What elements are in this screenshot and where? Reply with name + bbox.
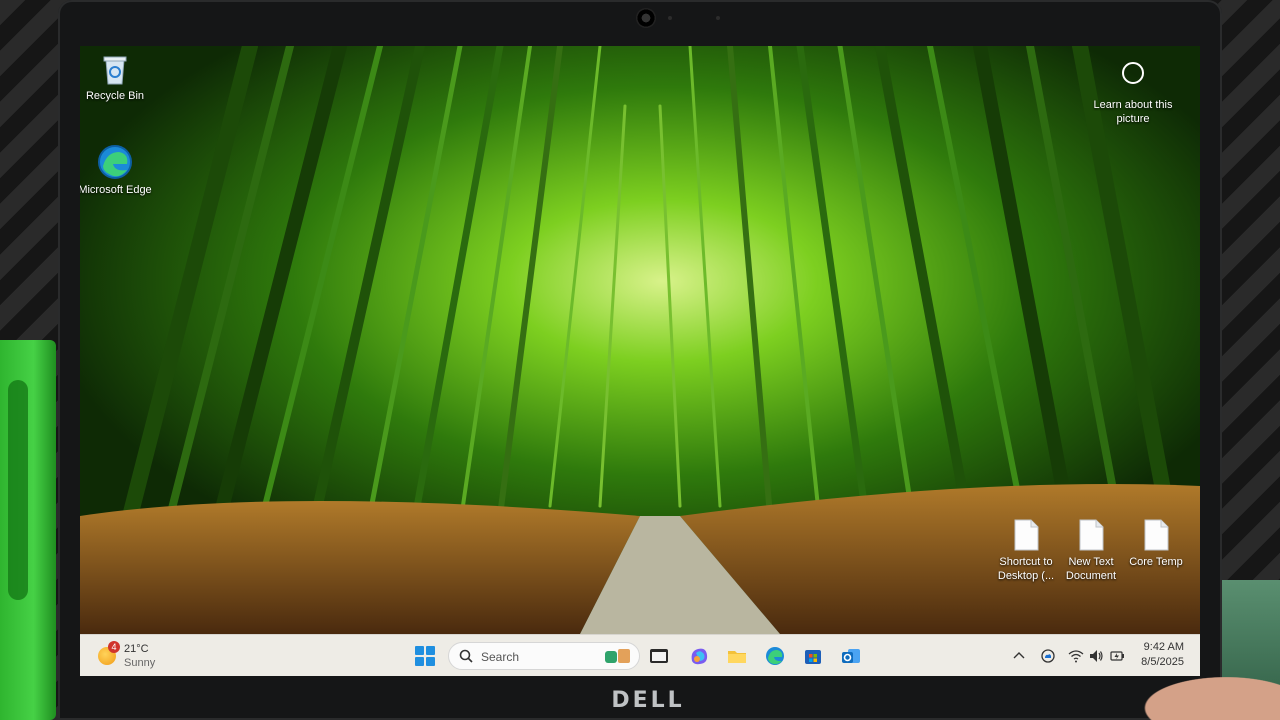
notification-badge: 4 (108, 641, 120, 653)
terminal-icon[interactable] (648, 645, 670, 667)
windows-logo-tile (426, 657, 435, 666)
recycle-bin-shortcut[interactable]: Recycle Bin (80, 52, 153, 103)
learn-about-label: Learn about this picture (1093, 99, 1173, 125)
recycle-bin-icon (103, 56, 127, 85)
brand-logo: DELL (611, 688, 685, 713)
clock-time: 9:42 AM (1143, 641, 1184, 653)
search-placeholder: Search (481, 650, 520, 664)
text-file-icon (1079, 519, 1104, 551)
core-temp-shortcut[interactable]: Core Temp (1118, 518, 1194, 569)
store-icon[interactable] (802, 645, 824, 667)
onedrive-icon[interactable] (1040, 648, 1056, 664)
edge-icon[interactable] (764, 645, 786, 667)
weather-temperature: 21°C (124, 643, 149, 655)
edge-icon (98, 145, 132, 179)
weather-condition: Sunny (124, 657, 156, 669)
file-icon (1144, 519, 1169, 551)
green-object (0, 340, 56, 720)
desktop-shortcut-label: Shortcut to Desktop (... (997, 556, 1055, 582)
file-icon (1014, 519, 1039, 551)
outlook-icon[interactable] (840, 645, 862, 667)
search-icon (459, 649, 473, 663)
wifi-icon[interactable] (1068, 648, 1084, 664)
sensor (716, 16, 720, 20)
learn-about-picture[interactable]: Learn about this picture (1088, 62, 1178, 126)
file-explorer-icon[interactable] (726, 645, 748, 667)
edge-label: Microsoft Edge (80, 184, 152, 196)
weather-widget[interactable]: 4 21°C Sunny (98, 641, 188, 671)
hand (1100, 660, 1280, 720)
recycle-bin-label: Recycle Bin (85, 90, 145, 102)
taskbar-search[interactable]: Search (448, 642, 640, 670)
core-temp-label: Core Temp (1129, 556, 1183, 568)
windows-logo-tile (415, 646, 424, 655)
camera-lens-icon (1122, 62, 1144, 84)
chevron-up-icon[interactable] (1011, 648, 1027, 664)
copilot-icon[interactable] (688, 645, 710, 667)
start-button[interactable] (415, 646, 435, 666)
webcam (636, 8, 656, 28)
windows-logo-tile (415, 657, 424, 666)
search-highlight-icon (605, 649, 630, 663)
taskbar: 4 21°C Sunny Search 9:42 AM (80, 634, 1200, 676)
windows-logo-tile (426, 646, 435, 655)
edge-shortcut[interactable]: Microsoft Edge (80, 144, 153, 197)
new-text-document-label: New Text Document (1065, 556, 1117, 582)
sensor (668, 16, 672, 20)
desktop-screen: Recycle Bin Microsoft Edge Shortcut to D… (80, 46, 1200, 676)
